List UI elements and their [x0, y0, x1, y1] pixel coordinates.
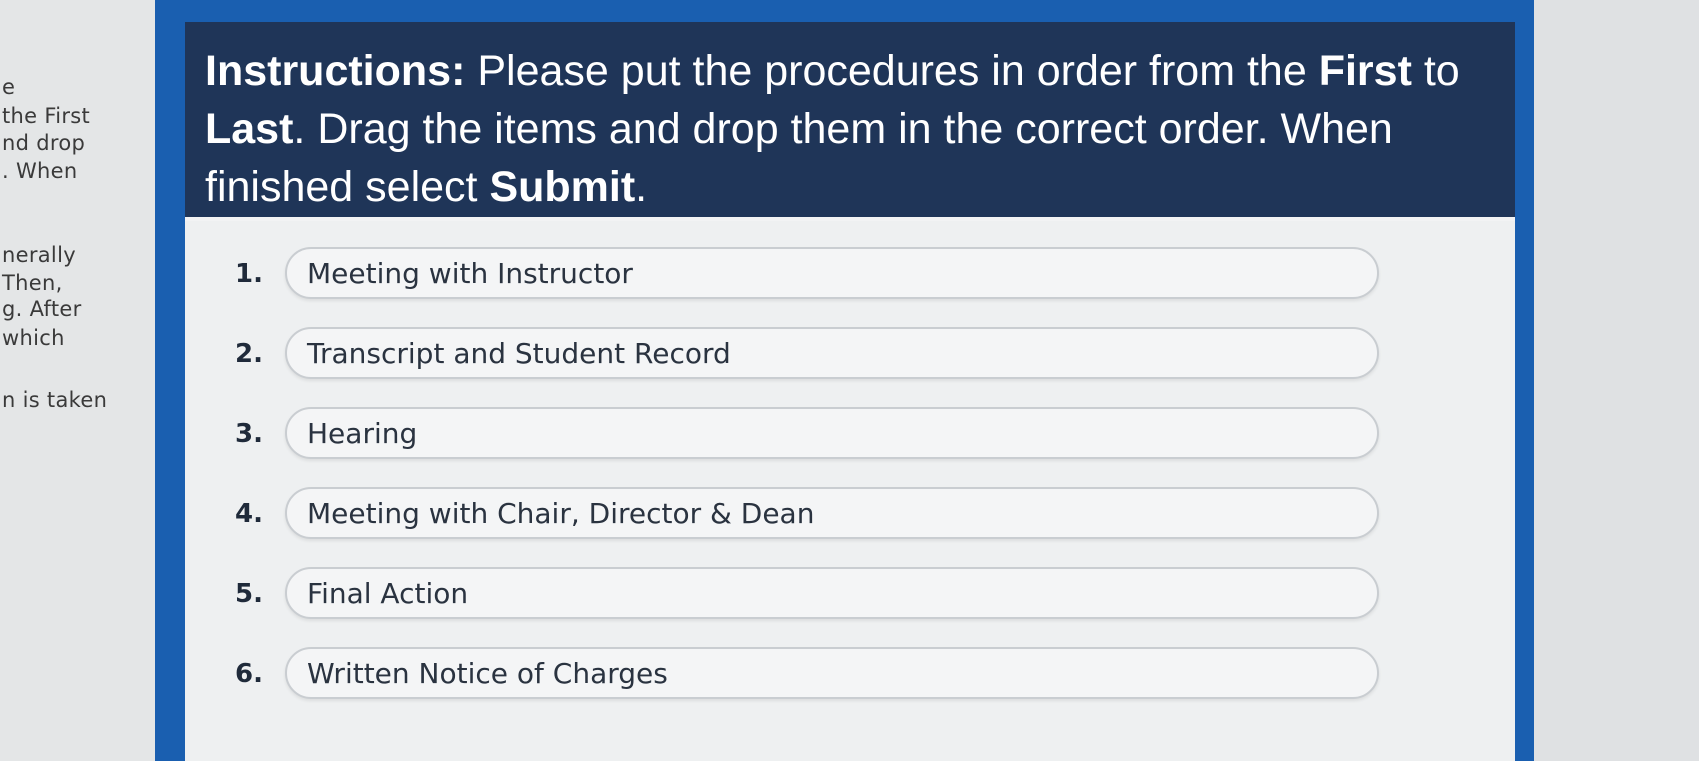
background-text-line: which — [2, 326, 65, 350]
list-item: 2. Transcript and Student Record — [225, 327, 1485, 407]
instructions-submit: Submit — [489, 163, 636, 211]
list-item: 3. Hearing — [225, 407, 1485, 487]
draggable-item-label: Meeting with Instructor — [307, 257, 633, 290]
instructions-part: to — [1411, 47, 1460, 95]
instructions-part: Please put the procedures in order from … — [465, 47, 1319, 95]
background-text-line: nd drop — [2, 131, 86, 155]
background-text-line: Then, — [2, 271, 63, 295]
draggable-item-label: Final Action — [307, 577, 469, 610]
ordering-list: 1. Meeting with Instructor 2. Transcript… — [225, 247, 1485, 727]
draggable-item[interactable]: Written Notice of Charges — [285, 647, 1379, 699]
draggable-item[interactable]: Meeting with Instructor — [285, 247, 1379, 299]
modal-top-border — [155, 0, 1535, 22]
background-right-panel — [1534, 0, 1699, 761]
background-previous-panel: e the First nd drop . When nerally Then,… — [0, 0, 155, 761]
draggable-item[interactable]: Final Action — [285, 567, 1379, 619]
drag-drop-question-modal: Instructions: Please put the procedures … — [185, 22, 1515, 761]
item-number: 3. — [235, 419, 263, 449]
background-text-line: g. After — [2, 297, 82, 321]
draggable-item-label: Hearing — [307, 417, 418, 450]
background-text-line: nerally — [2, 243, 76, 267]
item-number: 4. — [235, 499, 263, 529]
instructions-first: First — [1318, 47, 1412, 95]
background-text-line: the First — [2, 104, 91, 128]
instructions-part: . Drag the items and drop them in the co… — [205, 105, 1393, 211]
background-text-line: . When — [2, 159, 78, 183]
item-number: 2. — [235, 339, 263, 369]
instructions-header: Instructions: Please put the procedures … — [185, 22, 1515, 221]
draggable-item[interactable]: Hearing — [285, 407, 1379, 459]
list-item: 1. Meeting with Instructor — [225, 247, 1485, 327]
instructions-text: Instructions: Please put the procedures … — [205, 42, 1495, 216]
draggable-item[interactable]: Meeting with Chair, Director & Dean — [285, 487, 1379, 539]
draggable-item[interactable]: Transcript and Student Record — [285, 327, 1379, 379]
instructions-label: Instructions: — [205, 47, 466, 95]
draggable-item-label: Transcript and Student Record — [307, 337, 731, 370]
draggable-item-label: Meeting with Chair, Director & Dean — [307, 497, 815, 530]
list-item: 5. Final Action — [225, 567, 1485, 647]
background-text-line: n is taken — [2, 388, 108, 412]
draggable-item-label: Written Notice of Charges — [307, 657, 668, 690]
background-text-line: e — [2, 75, 16, 99]
item-number: 6. — [235, 659, 263, 689]
list-item: 4. Meeting with Chair, Director & Dean — [225, 487, 1485, 567]
item-number: 5. — [235, 579, 263, 609]
list-item: 6. Written Notice of Charges — [225, 647, 1485, 727]
item-number: 1. — [235, 259, 263, 289]
instructions-last: Last — [205, 105, 294, 153]
instructions-part: . — [635, 163, 648, 211]
